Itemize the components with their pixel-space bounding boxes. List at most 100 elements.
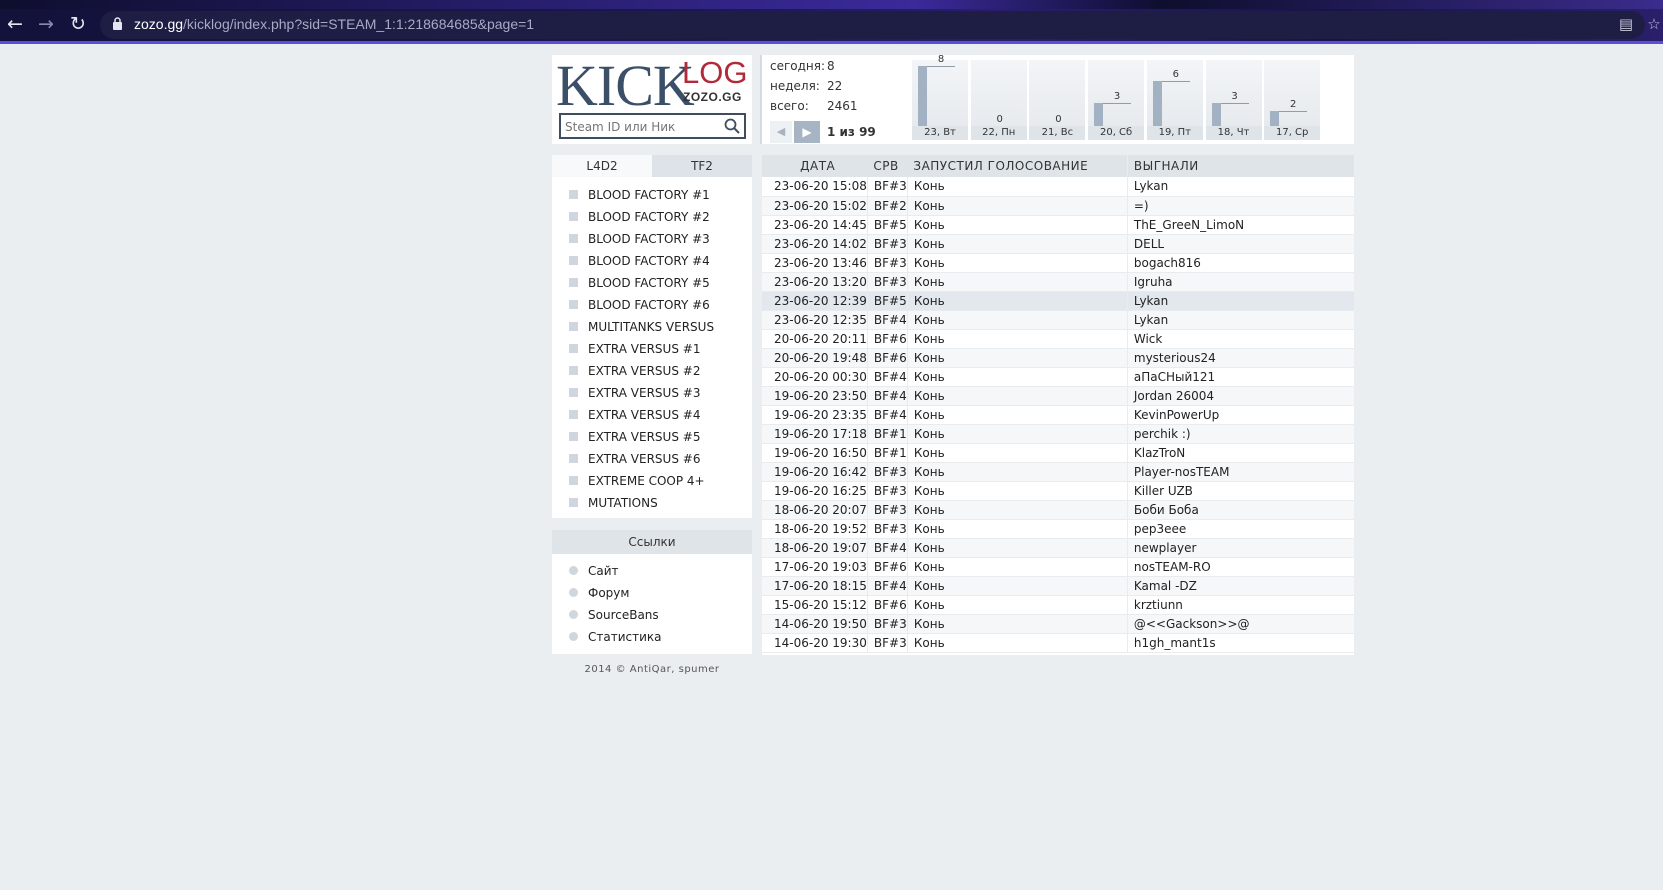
server-item[interactable]: BLOOD FACTORY #3 bbox=[552, 228, 752, 250]
table-row[interactable]: 18-06-20 19:07 BF#4 Конь newplayer bbox=[762, 538, 1354, 558]
server-item[interactable]: EXTREME COOP 4+ bbox=[552, 470, 752, 492]
table-row[interactable]: 18-06-20 20:07 BF#3 Конь Боби Боба bbox=[762, 500, 1354, 520]
table-row[interactable]: 23-06-20 15:02 BF#2 Конь =) bbox=[762, 196, 1354, 216]
server-item[interactable]: EXTRA VERSUS #3 bbox=[552, 382, 752, 404]
cell-kicked[interactable]: Lykan bbox=[1127, 291, 1354, 311]
back-arrow-icon[interactable]: ← bbox=[5, 14, 25, 34]
chart-tick-label: 20, Сб bbox=[1088, 126, 1145, 140]
server-item[interactable]: EXTRA VERSUS #2 bbox=[552, 360, 752, 382]
table-row[interactable]: 23-06-20 12:39 BF#5 Конь Lykan bbox=[762, 291, 1354, 311]
server-item[interactable]: EXTRA VERSUS #4 bbox=[552, 404, 752, 426]
server-status-square-icon bbox=[569, 322, 578, 331]
prev-page-button[interactable]: ◀ bbox=[770, 121, 792, 143]
url-text[interactable]: zozo.gg/kicklog/index.php?sid=STEAM_1:1:… bbox=[134, 16, 534, 32]
server-item[interactable]: BLOOD FACTORY #6 bbox=[552, 294, 752, 316]
table-row[interactable]: 14-06-20 19:50 BF#3 Конь @<<Gackson>>@ bbox=[762, 614, 1354, 634]
table-row[interactable]: 20-06-20 19:48 BF#6 Конь mysterious24 bbox=[762, 348, 1354, 368]
server-item[interactable]: EXTRA VERSUS #5 bbox=[552, 426, 752, 448]
cell-kicked[interactable]: Lykan bbox=[1127, 310, 1354, 330]
cell-kicked[interactable]: bogach816 bbox=[1127, 253, 1354, 273]
bullet-dot-icon bbox=[569, 610, 578, 619]
cell-kicked[interactable]: newplayer bbox=[1127, 538, 1354, 558]
logo-log-text[interactable]: LOG bbox=[682, 57, 747, 89]
cell-kicked[interactable]: Killer UZB bbox=[1127, 481, 1354, 501]
server-item-label: BLOOD FACTORY #2 bbox=[588, 210, 710, 224]
tab-tf2[interactable]: TF2 bbox=[652, 155, 752, 177]
table-row[interactable]: 19-06-20 17:18 BF#1 Конь perchik :) bbox=[762, 424, 1354, 444]
cell-kicked[interactable]: @<<Gackson>>@ bbox=[1127, 614, 1354, 634]
table-row[interactable]: 17-06-20 18:15 BF#4 Конь Kamal -DZ bbox=[762, 576, 1354, 596]
table-row[interactable]: 23-06-20 14:02 BF#3 Конь DELL bbox=[762, 234, 1354, 254]
cell-kicked[interactable]: ThE_GreeN_LimoN bbox=[1127, 215, 1354, 235]
forward-arrow-icon[interactable]: → bbox=[36, 14, 56, 34]
server-item[interactable]: BLOOD FACTORY #2 bbox=[552, 206, 752, 228]
table-row[interactable]: 19-06-20 16:42 BF#3 Конь Player-nosTEAM bbox=[762, 462, 1354, 482]
stats-panel: сегодня: 8 неделя: 22 всего: 2461 ◀ ▶ 1 из … bbox=[760, 54, 1354, 144]
server-item[interactable]: MULTITANKS VERSUS bbox=[552, 316, 752, 338]
table-row[interactable]: 23-06-20 15:08 BF#3 Конь Lykan bbox=[762, 177, 1354, 197]
cell-server: BF#4 bbox=[867, 538, 908, 558]
table-row[interactable]: 17-06-20 19:03 BF#6 Конь nosTEAM-RO bbox=[762, 557, 1354, 577]
table-row[interactable]: 18-06-20 19:52 BF#3 Конь pep3eee bbox=[762, 519, 1354, 539]
table-row[interactable]: 20-06-20 00:30 BF#4 Конь аПаСНый121 bbox=[762, 367, 1354, 387]
link-item[interactable]: SourceBans bbox=[552, 604, 752, 626]
search-icon[interactable] bbox=[724, 118, 740, 134]
table-row[interactable]: 23-06-20 14:45 BF#5 Конь ThE_GreeN_LimoN bbox=[762, 215, 1354, 235]
table-row[interactable]: 20-06-20 20:11 BF#6 Конь Wick bbox=[762, 329, 1354, 349]
server-item-label: BLOOD FACTORY #4 bbox=[588, 254, 710, 268]
cell-kicked[interactable]: DELL bbox=[1127, 234, 1354, 254]
cell-kicked[interactable]: h1gh_mant1s bbox=[1127, 633, 1354, 653]
translate-icon[interactable]: ▤ bbox=[1617, 15, 1635, 33]
table-row[interactable]: 15-06-20 15:12 BF#6 Конь krztiunn bbox=[762, 595, 1354, 615]
cell-kicked[interactable]: KevinPowerUp bbox=[1127, 405, 1354, 425]
chart-bar-cell: 3 18, Чт bbox=[1205, 60, 1262, 140]
cell-kicked[interactable]: Jordan 26004 bbox=[1127, 386, 1354, 406]
cell-kicked[interactable]: krztiunn bbox=[1127, 595, 1354, 615]
table-row[interactable]: 14-06-20 19:30 BF#3 Конь h1gh_mant1s bbox=[762, 633, 1354, 653]
cell-initiator: Конь bbox=[907, 424, 1128, 444]
table-row[interactable]: 19-06-20 23:35 BF#4 Конь KevinPowerUp bbox=[762, 405, 1354, 425]
server-item[interactable]: EXTRA VERSUS #1 bbox=[552, 338, 752, 360]
next-page-button[interactable]: ▶ bbox=[794, 121, 820, 143]
link-item[interactable]: Статистика bbox=[552, 626, 752, 648]
cell-kicked[interactable]: Kamal -DZ bbox=[1127, 576, 1354, 596]
cell-kicked[interactable]: pep3eee bbox=[1127, 519, 1354, 539]
reload-icon[interactable]: ↻ bbox=[68, 14, 88, 34]
chart-data-label: 6 bbox=[1172, 69, 1179, 80]
tab-l4d2[interactable]: L4D2 bbox=[552, 155, 652, 177]
table-row[interactable]: 19-06-20 16:50 BF#1 Конь KlazTroN bbox=[762, 443, 1354, 463]
search-input[interactable] bbox=[565, 118, 715, 136]
server-item[interactable]: EXTRA VERSUS #6 bbox=[552, 448, 752, 470]
stat-value: 2461 bbox=[827, 99, 858, 113]
cell-kicked[interactable]: аПаСНый121 bbox=[1127, 367, 1354, 387]
cell-kicked[interactable]: Player-nosTEAM bbox=[1127, 462, 1354, 482]
table-row[interactable]: 23-06-20 12:35 BF#4 Конь Lykan bbox=[762, 310, 1354, 330]
server-item[interactable]: BLOOD FACTORY #4 bbox=[552, 250, 752, 272]
logo-kick-text[interactable]: KICK bbox=[556, 55, 695, 117]
bookmark-star-icon[interactable]: ☆ bbox=[1645, 15, 1663, 33]
chart-data-label: 8 bbox=[937, 54, 945, 65]
cell-kicked[interactable]: Igruha bbox=[1127, 272, 1354, 292]
chart-bar-guide bbox=[927, 66, 955, 67]
cell-server: BF#4 bbox=[867, 405, 908, 425]
cell-kicked[interactable]: Lykan bbox=[1127, 177, 1354, 197]
server-item[interactable]: BLOOD FACTORY #1 bbox=[552, 184, 752, 206]
table-row[interactable]: 19-06-20 16:25 BF#3 Конь Killer UZB bbox=[762, 481, 1354, 501]
cell-kicked[interactable]: KlazTroN bbox=[1127, 443, 1354, 463]
cell-kicked[interactable]: Боби Боба bbox=[1127, 500, 1354, 520]
cell-server: BF#3 bbox=[867, 481, 908, 501]
cell-server: BF#6 bbox=[867, 557, 908, 577]
cell-kicked[interactable]: nosTEAM-RO bbox=[1127, 557, 1354, 577]
cell-kicked[interactable]: Wick bbox=[1127, 329, 1354, 349]
table-row[interactable]: 23-06-20 13:20 BF#3 Конь Igruha bbox=[762, 272, 1354, 292]
server-item[interactable]: MUTATIONS bbox=[552, 492, 752, 514]
server-item[interactable]: BLOOD FACTORY #5 bbox=[552, 272, 752, 294]
link-item[interactable]: Форум bbox=[552, 582, 752, 604]
cell-kicked[interactable]: =) bbox=[1127, 196, 1354, 216]
table-row[interactable]: 23-06-20 13:46 BF#3 Конь bogach816 bbox=[762, 253, 1354, 273]
cell-kicked[interactable]: perchik :) bbox=[1127, 424, 1354, 444]
cell-kicked[interactable]: mysterious24 bbox=[1127, 348, 1354, 368]
table-row[interactable]: 19-06-20 23:50 BF#4 Конь Jordan 26004 bbox=[762, 386, 1354, 406]
kick-log-panel: ДАТА СРВ ЗАПУСТИЛ ГОЛОСОВАНИЕ ВЫГНАЛИ 23… bbox=[762, 155, 1354, 655]
link-item[interactable]: Сайт bbox=[552, 560, 752, 582]
